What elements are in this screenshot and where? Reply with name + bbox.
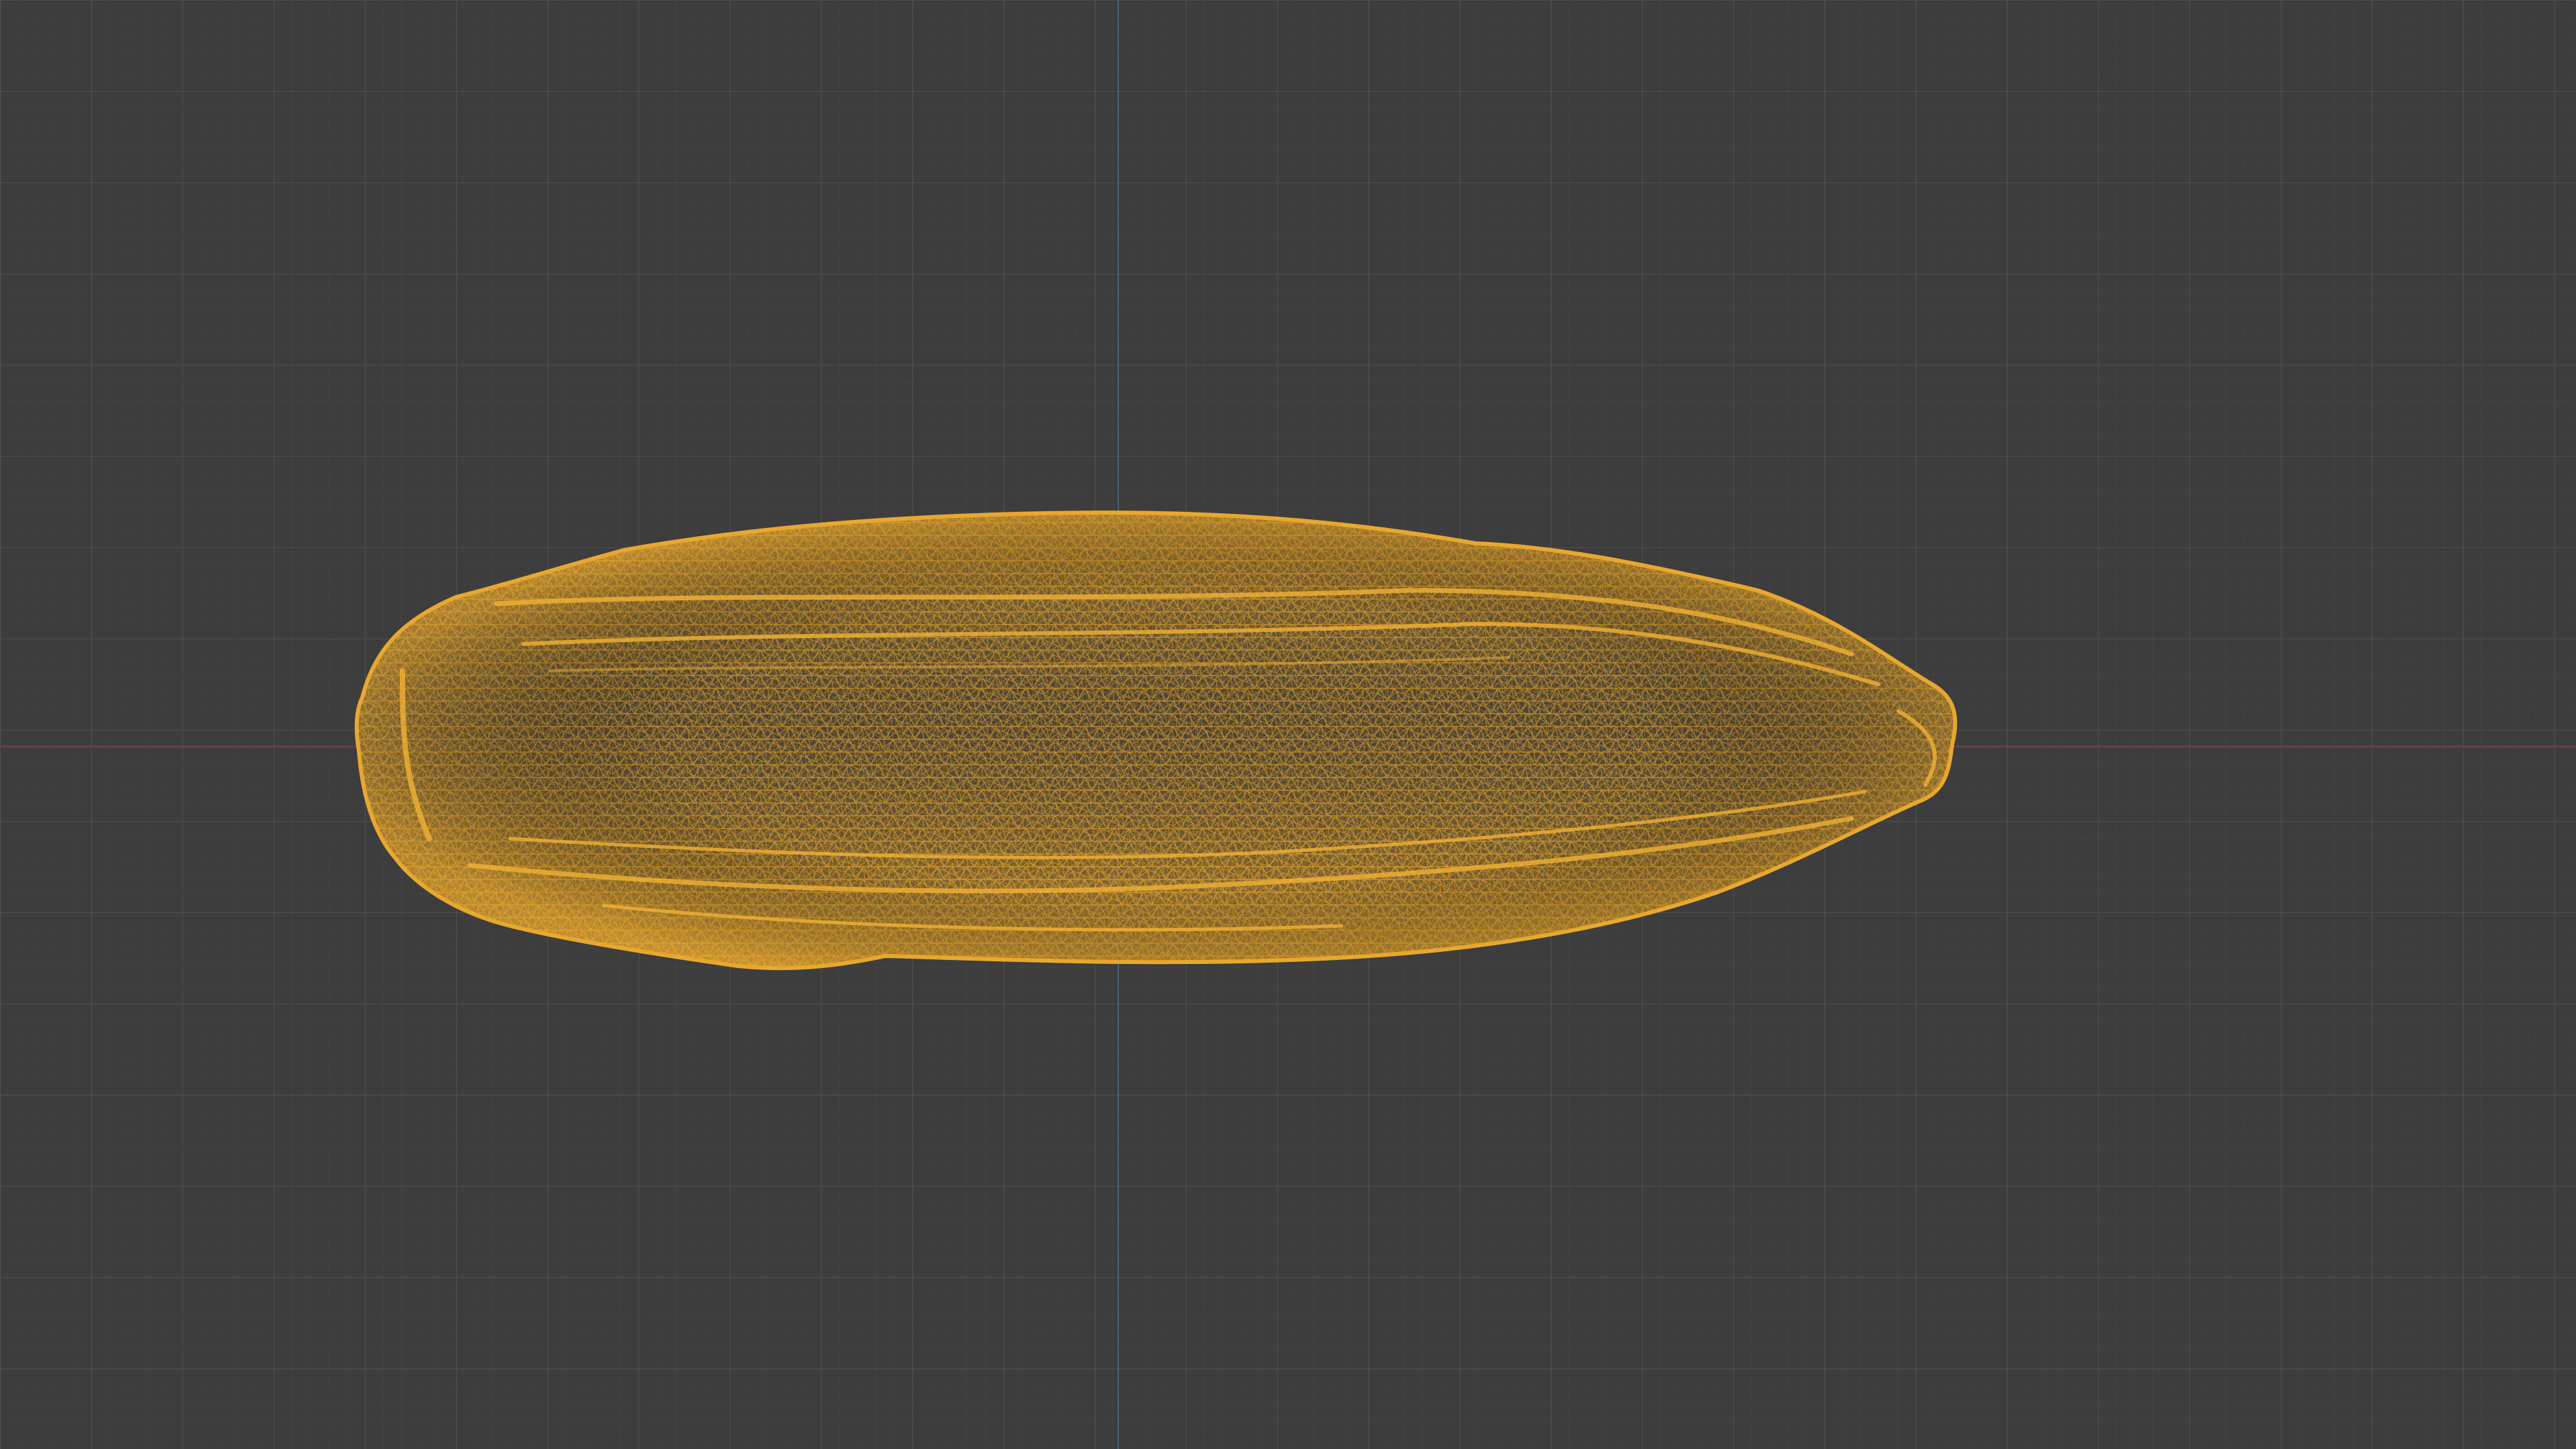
3d-viewport[interactable] bbox=[0, 0, 2576, 1449]
mesh-faces bbox=[356, 513, 1955, 969]
wireframe-mesh-object[interactable] bbox=[0, 0, 2576, 1449]
